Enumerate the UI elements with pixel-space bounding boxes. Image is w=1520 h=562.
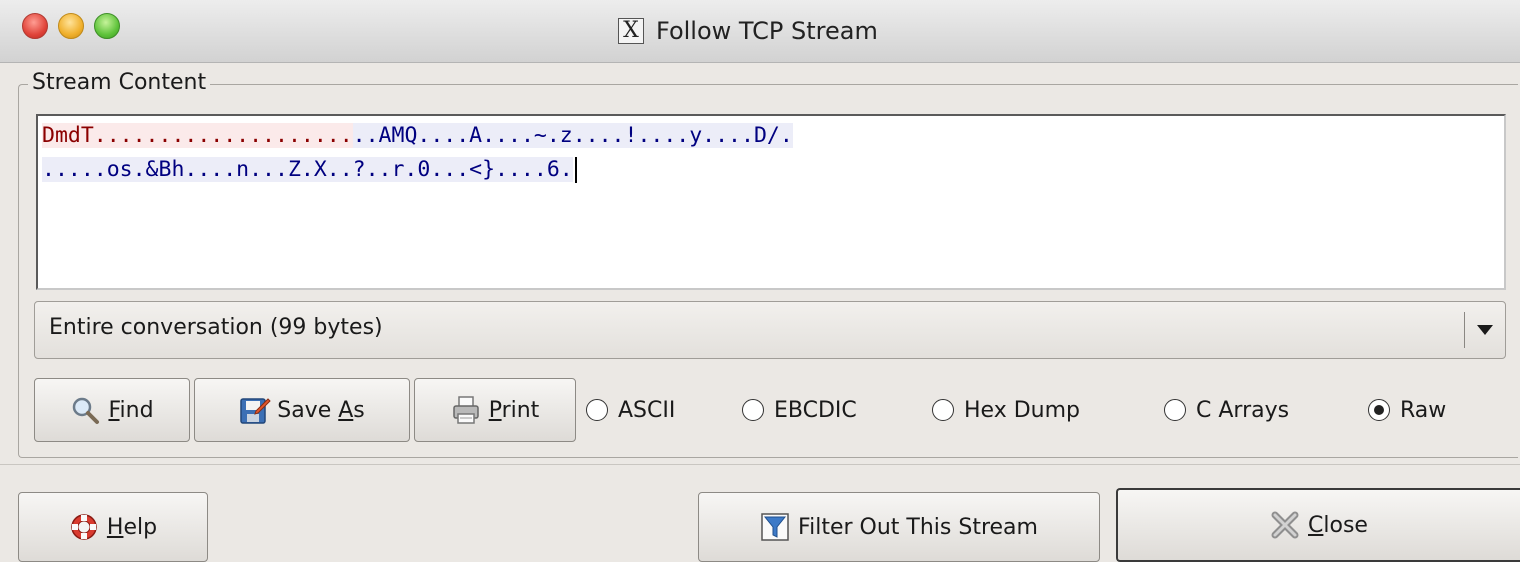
minimize-window-button[interactable] [58, 13, 84, 39]
title-bar: X Follow TCP Stream [0, 0, 1520, 63]
zoom-window-button[interactable] [94, 13, 120, 39]
save-as-label: Save As [277, 397, 365, 423]
radio-raw[interactable]: Raw [1368, 386, 1446, 434]
close-window-button[interactable] [22, 13, 48, 39]
find-button[interactable]: Find [34, 378, 190, 442]
filter-out-stream-label: Filter Out This Stream [798, 514, 1038, 540]
find-label: Find [108, 397, 154, 423]
close-button[interactable]: Close [1116, 488, 1520, 562]
chevron-down-icon[interactable] [1477, 325, 1493, 335]
x11-icon: X [618, 18, 644, 44]
radio-indicator[interactable] [1164, 399, 1186, 421]
save-as-button[interactable]: Save As [194, 378, 410, 442]
client-data: DmdT.................... [42, 123, 353, 148]
magnifier-icon [70, 395, 100, 425]
separator [0, 464, 1520, 465]
close-label: Close [1308, 512, 1368, 538]
radio-ascii[interactable]: ASCII [586, 386, 675, 434]
radio-raw-label: Raw [1400, 397, 1447, 423]
radio-indicator-selected[interactable] [1368, 399, 1390, 421]
radio-c-arrays[interactable]: C Arrays [1164, 386, 1289, 434]
close-icon [1270, 510, 1300, 540]
print-button[interactable]: Print [414, 378, 576, 442]
stream-line-2: .....os.&Bh....n...Z.X..?..r.0...<}....6… [42, 154, 577, 186]
text-caret [574, 157, 577, 183]
filter-out-stream-button[interactable]: Filter Out This Stream [698, 492, 1100, 562]
radio-indicator[interactable] [586, 399, 608, 421]
window-title-group: X Follow TCP Stream [618, 14, 878, 48]
window-title: Follow TCP Stream [656, 17, 878, 45]
conversation-select[interactable]: Entire conversation (99 bytes) [34, 301, 1506, 359]
server-data: .....os.&Bh....n...Z.X..?..r.0...<}....6… [42, 157, 573, 182]
filter-icon [760, 512, 790, 542]
radio-hex-dump[interactable]: Hex Dump [932, 386, 1080, 434]
radio-ebcdic[interactable]: EBCDIC [742, 386, 857, 434]
printer-icon [451, 395, 481, 425]
conversation-select-value: Entire conversation (99 bytes) [49, 315, 383, 340]
stream-line-1: DmdT......................AMQ....A....~.… [42, 120, 793, 152]
radio-indicator[interactable] [742, 399, 764, 421]
radio-indicator[interactable] [932, 399, 954, 421]
stream-content-textarea[interactable]: DmdT......................AMQ....A....~.… [36, 114, 1506, 290]
combo-separator [1464, 312, 1465, 348]
radio-hex-dump-label: Hex Dump [964, 397, 1080, 423]
lifebuoy-icon [69, 512, 99, 542]
stream-content-label: Stream Content [28, 70, 211, 95]
save-as-icon [239, 395, 271, 425]
server-data: ..AMQ....A....~.z....!....y....D/. [352, 123, 793, 148]
radio-ascii-label: ASCII [618, 397, 676, 423]
radio-ebcdic-label: EBCDIC [774, 397, 857, 423]
print-label: Print [488, 397, 540, 423]
help-label: Help [106, 514, 158, 540]
radio-c-arrays-label: C Arrays [1196, 397, 1290, 423]
help-button[interactable]: Help [18, 492, 208, 562]
